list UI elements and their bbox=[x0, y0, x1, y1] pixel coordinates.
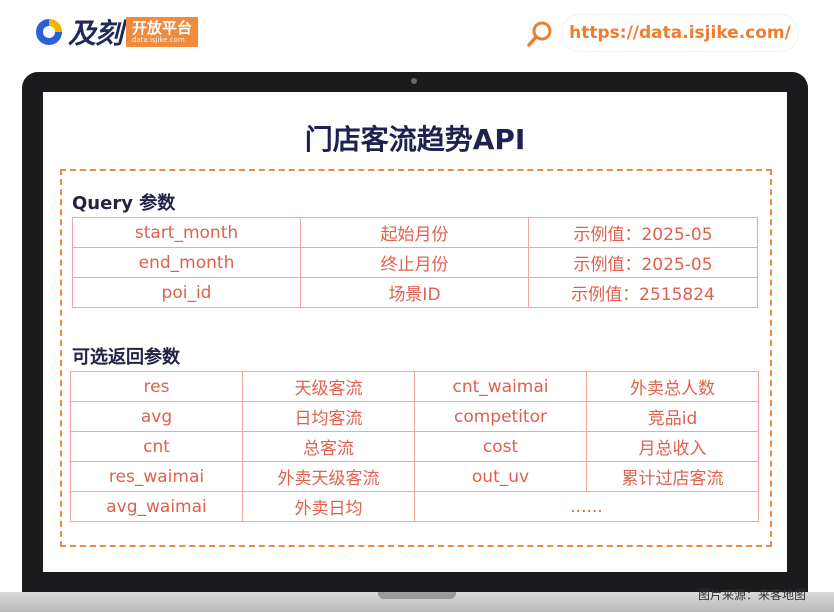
page-title: 门店客流趋势API bbox=[304, 123, 526, 156]
field-name: avg_waimai bbox=[70, 491, 243, 522]
table-row: avg 日均客流 competitor 竞品id bbox=[70, 401, 759, 432]
table-row: res_waimai 外卖天级客流 out_uv 累计过店客流 bbox=[70, 461, 759, 492]
table-row: cnt 总客流 cost 月总收入 bbox=[70, 431, 759, 462]
table-row: start_month 起始月份 示例值：2025-05 bbox=[72, 217, 758, 248]
field-name: avg bbox=[70, 401, 243, 432]
field-desc: 天级客流 bbox=[242, 371, 415, 402]
return-params-heading: 可选返回参数 bbox=[72, 347, 180, 368]
table-row: avg_waimai 外卖日均 ...... bbox=[70, 491, 759, 522]
field-desc: 月总收入 bbox=[586, 431, 759, 462]
more-ellipsis: ...... bbox=[414, 491, 759, 522]
query-params-table: start_month 起始月份 示例值：2025-05 end_month 终… bbox=[72, 217, 758, 308]
field-name: res_waimai bbox=[70, 461, 243, 492]
image-source-credit: 图片来源：来客地图 bbox=[697, 588, 806, 602]
table-row: end_month 终止月份 示例值：2025-05 bbox=[72, 247, 758, 278]
param-desc: 终止月份 bbox=[300, 247, 529, 278]
field-desc: 竞品id bbox=[586, 401, 759, 432]
field-desc: 外卖天级客流 bbox=[242, 461, 415, 492]
query-params-heading: Query 参数 bbox=[72, 193, 176, 214]
param-name: poi_id bbox=[72, 277, 301, 308]
param-example: 示例值：2515824 bbox=[528, 277, 758, 308]
field-name: competitor bbox=[414, 401, 587, 432]
field-desc: 外卖总人数 bbox=[586, 371, 759, 402]
logo-tag: 开放平台 data.isjike.com bbox=[126, 17, 199, 47]
brand-logo: 及刻 开放平台 data.isjike.com bbox=[34, 14, 199, 50]
search-icon[interactable] bbox=[526, 20, 554, 52]
field-desc: 累计过店客流 bbox=[586, 461, 759, 492]
field-name: cnt bbox=[70, 431, 243, 462]
param-desc: 起始月份 bbox=[300, 217, 529, 248]
field-desc: 总客流 bbox=[242, 431, 415, 462]
param-name: end_month bbox=[72, 247, 301, 278]
param-example: 示例值：2025-05 bbox=[528, 217, 758, 248]
param-desc: 场景ID bbox=[300, 277, 529, 308]
logo-icon bbox=[34, 17, 64, 47]
url-link[interactable]: https://data.isjike.com/ bbox=[562, 15, 798, 51]
table-row: poi_id 场景ID 示例值：2515824 bbox=[72, 277, 758, 308]
logo-text: 及刻 bbox=[68, 17, 123, 50]
field-name: cnt_waimai bbox=[414, 371, 587, 402]
return-params-table: res 天级客流 cnt_waimai 外卖总人数 avg 日均客流 compe… bbox=[70, 371, 759, 522]
field-desc: 日均客流 bbox=[242, 401, 415, 432]
camera-dot bbox=[411, 78, 417, 84]
laptop-frame: 门店客流趋势API Query 参数 start_month 起始月份 示例值：… bbox=[22, 72, 808, 592]
logo-tag-main: 开放平台 bbox=[132, 19, 193, 37]
field-name: cost bbox=[414, 431, 587, 462]
laptop-notch bbox=[378, 592, 456, 599]
logo-tag-sub: data.isjike.com bbox=[132, 36, 185, 44]
table-row: res 天级客流 cnt_waimai 外卖总人数 bbox=[70, 371, 759, 402]
field-desc: 外卖日均 bbox=[242, 491, 415, 522]
param-example: 示例值：2025-05 bbox=[528, 247, 758, 278]
param-name: start_month bbox=[72, 217, 301, 248]
field-name: res bbox=[70, 371, 243, 402]
field-name: out_uv bbox=[414, 461, 587, 492]
laptop-screen: 门店客流趋势API Query 参数 start_month 起始月份 示例值：… bbox=[43, 92, 787, 572]
